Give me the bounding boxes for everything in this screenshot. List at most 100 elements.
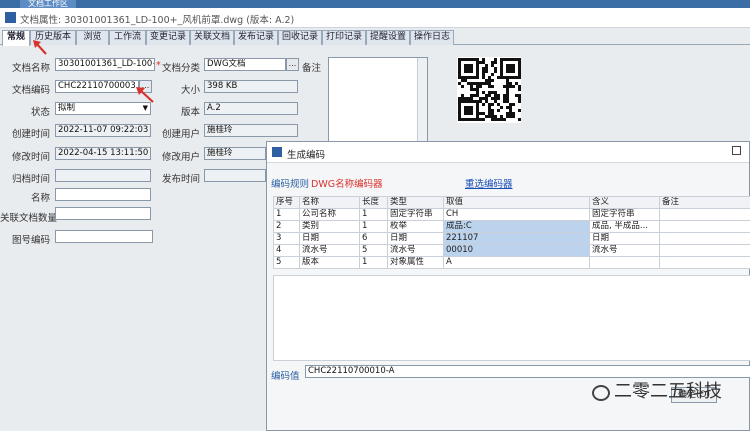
tab-publish-log[interactable]: 发布记录 (234, 30, 278, 45)
cell-no: 3 (273, 232, 300, 245)
cell-value[interactable]: A (443, 256, 590, 269)
qr-code (457, 57, 521, 123)
size-field: 398 KB (204, 80, 298, 93)
workspace-tab[interactable]: 文档工作区 (20, 0, 76, 8)
table-row[interactable]: 4 流水号 5 流水号 00010 流水号 (273, 244, 750, 257)
tab-bar: 常规 历史版本 浏览 工作流 变更记录 关联文档 发布记录 回收记录 打印记录 … (0, 30, 750, 46)
archive-time-field (55, 169, 151, 182)
col-header-name: 名称 (299, 196, 360, 209)
cell-no: 2 (273, 220, 300, 233)
tab-workflow[interactable]: 工作流 (109, 30, 146, 45)
cell-no: 1 (273, 208, 300, 221)
annotation-arrow-icon (136, 87, 154, 103)
cell-meaning: 日期 (589, 232, 660, 245)
rule-value: DWG名称编码器 (311, 179, 383, 190)
doc-class-label: 文档分类 (161, 63, 200, 74)
window-titlebar: 文档属性: 30301001361_LD-100+_风机前罩.dwg (版本: … (0, 8, 750, 28)
cell-length: 5 (359, 244, 388, 257)
created-user-label: 创建用户 (161, 129, 200, 140)
cell-meaning: 流水号 (589, 244, 660, 257)
doc-class-browse-button[interactable]: ... (286, 58, 299, 71)
remark-label: 备注 (302, 63, 322, 74)
modified-time-field: 2022-04-15 13:11:50 (55, 147, 151, 160)
doc-code-label: 文档编码 (11, 85, 50, 96)
modified-user-label: 修改用户 (161, 152, 200, 163)
remark-textarea[interactable] (328, 57, 428, 147)
app-icon (5, 12, 16, 23)
version-label: 版本 (180, 107, 200, 118)
cell-meaning: 固定字符串 (589, 208, 660, 221)
publish-time-label: 发布时间 (161, 174, 200, 185)
tab-change-log[interactable]: 变更记录 (146, 30, 190, 45)
cell-note[interactable] (659, 256, 750, 269)
cell-value[interactable]: 成品:C (443, 220, 590, 233)
table-row[interactable]: 2 类别 1 枚举 成品:C 成品, 半成品... (273, 220, 750, 233)
created-time-field: 2022-11-07 09:22:03 (55, 124, 151, 137)
remark-scrollbar[interactable] (417, 58, 427, 146)
cell-value[interactable]: CH (443, 208, 590, 221)
code-value-label: 编码值 (271, 371, 300, 382)
dialog-app-icon (272, 147, 282, 157)
tab-browse[interactable]: 浏览 (76, 30, 109, 45)
size-label: 大小 (180, 85, 200, 96)
col-header-type: 类型 (387, 196, 444, 209)
cell-name: 日期 (299, 232, 360, 245)
dialog-titlebar: 生成编码 (267, 142, 749, 163)
cell-no: 4 (273, 244, 300, 257)
publish-time-field (204, 169, 266, 182)
cell-meaning: 成品, 半成品... (589, 220, 660, 233)
status-label: 状态 (30, 107, 50, 118)
doc-class-field[interactable]: DWG文档 (204, 58, 286, 71)
maximize-icon[interactable] (732, 146, 741, 155)
cell-value[interactable]: 00010 (443, 244, 590, 257)
cell-meaning (589, 256, 660, 269)
cell-type: 固定字符串 (387, 208, 444, 221)
cell-length: 1 (359, 220, 388, 233)
created-user-field: 施桂玲 (204, 124, 298, 137)
col-header-note: 备注 (659, 196, 750, 209)
doc-code-input[interactable]: CHC22110700003 (55, 80, 139, 93)
col-header-meaning: 含义 (589, 196, 660, 209)
cell-note[interactable] (659, 232, 750, 245)
tab-reminder[interactable]: 提醒设置 (366, 30, 410, 45)
window-title: 文档属性: 30301001361_LD-100+_风机前罩.dwg (版本: … (20, 15, 295, 26)
reselect-encoder-link[interactable]: 重选编码器 (465, 176, 513, 190)
table-row[interactable]: 1 公司名称 1 固定字符串 CH 固定字符串 (273, 208, 750, 221)
tab-recycle-log[interactable]: 回收记录 (278, 30, 322, 45)
cell-name: 版本 (299, 256, 360, 269)
col-header-no: 序号 (273, 196, 300, 209)
drawing-code-input[interactable] (55, 230, 153, 243)
cell-note[interactable] (659, 208, 750, 221)
name-label: 名称 (30, 193, 50, 204)
created-time-label: 创建时间 (11, 129, 50, 140)
cell-note[interactable] (659, 220, 750, 233)
drawing-code-label: 图号编码 (11, 235, 50, 246)
tab-print-log[interactable]: 打印记录 (322, 30, 366, 45)
name-input[interactable] (55, 188, 151, 201)
tab-operation-log[interactable]: 操作日志 (410, 30, 454, 45)
col-header-value: 取值 (443, 196, 590, 209)
cell-type: 对象属性 (387, 256, 444, 269)
cell-name: 流水号 (299, 244, 360, 257)
col-header-length: 长度 (359, 196, 388, 209)
tab-related-docs[interactable]: 关联文档 (190, 30, 234, 45)
cell-type: 枚举 (387, 220, 444, 233)
cell-type: 流水号 (387, 244, 444, 257)
table-empty-area (273, 275, 750, 361)
table-row[interactable]: 5 版本 1 对象属性 A (273, 256, 750, 269)
cell-no: 5 (273, 256, 300, 269)
watermark-text: 二零二五科技 (614, 381, 722, 402)
cell-value[interactable]: 221107 (443, 232, 590, 245)
table-row[interactable]: 3 日期 6 日期 221107 日期 (273, 232, 750, 245)
rule-label: 编码规则 (271, 179, 310, 190)
doc-name-input[interactable]: 30301001361_LD-100+_风 (55, 58, 155, 71)
related-count-input[interactable] (55, 207, 151, 220)
code-segment-table: 序号 名称 长度 类型 取值 含义 备注 1 公司名称 1 固定字符串 CH 固… (273, 196, 750, 269)
cell-name: 类别 (299, 220, 360, 233)
cell-length: 1 (359, 208, 388, 221)
cell-note[interactable] (659, 244, 750, 257)
annotation-arrow-icon (33, 40, 47, 55)
table-header-row: 序号 名称 长度 类型 取值 含义 备注 (273, 196, 750, 209)
tab-general[interactable]: 常规 (2, 30, 30, 46)
related-count-label: 关联文档数量 (0, 213, 58, 224)
